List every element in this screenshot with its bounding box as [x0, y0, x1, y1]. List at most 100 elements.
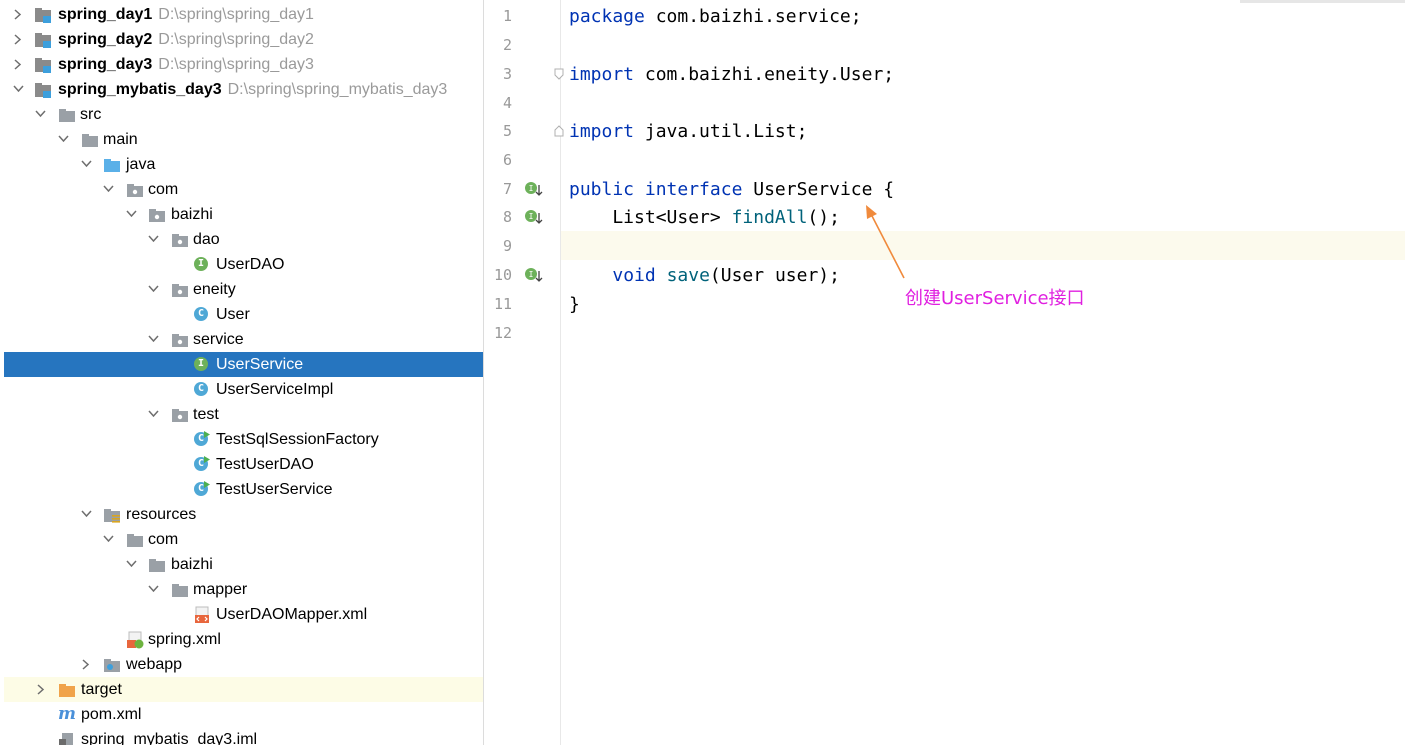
- module-folder-icon: [34, 31, 52, 49]
- line-number: 1: [502, 7, 512, 25]
- maven-icon: m: [58, 704, 76, 724]
- package-icon: [148, 206, 166, 224]
- tree-item-label: com: [148, 531, 179, 548]
- chevron-down-icon[interactable]: [102, 177, 116, 202]
- tree-item-testsqlsessionfactory[interactable]: C TestSqlSessionFactory: [4, 427, 483, 452]
- code-line-1[interactable]: package com.baizhi.service;: [569, 2, 862, 31]
- module-folder-icon: [34, 81, 52, 99]
- chevron-down-icon[interactable]: [125, 552, 139, 577]
- chevron-right-icon[interactable]: [12, 52, 26, 77]
- code-keyword: package: [569, 6, 645, 27]
- tree-item-testuserdao[interactable]: C TestUserDAO: [4, 452, 483, 477]
- tree-item-test[interactable]: test: [4, 402, 483, 427]
- chevron-down-icon[interactable]: [12, 77, 26, 102]
- tree-item-label: java: [126, 156, 156, 173]
- chevron-down-icon[interactable]: [147, 277, 161, 302]
- implemented-marker-icon[interactable]: I: [524, 209, 544, 227]
- tree-item-dao[interactable]: dao: [4, 227, 483, 252]
- chevron-right-icon[interactable]: [80, 652, 94, 677]
- code-line-11[interactable]: }: [569, 290, 580, 319]
- tree-item-resources-baizhi[interactable]: baizhi: [4, 552, 483, 577]
- folder-icon: [171, 581, 189, 599]
- implemented-marker-icon[interactable]: I: [524, 181, 544, 199]
- tree-item-userservice[interactable]: I UserService: [4, 352, 483, 377]
- tree-item-eneity[interactable]: eneity: [4, 277, 483, 302]
- chevron-right-icon[interactable]: [12, 2, 26, 27]
- tree-item-userserviceimpl[interactable]: C UserServiceImpl: [4, 377, 483, 402]
- tree-item-webapp[interactable]: webapp: [4, 652, 483, 677]
- folder-icon: [81, 131, 99, 149]
- tree-item-spring-day1[interactable]: spring_day1 D:\spring\spring_day1: [4, 2, 483, 27]
- tree-item-baizhi[interactable]: baizhi: [4, 202, 483, 227]
- code-text: }: [569, 294, 580, 315]
- class-icon: C: [193, 381, 211, 399]
- tree-item-resources[interactable]: resources: [4, 502, 483, 527]
- chevron-down-icon[interactable]: [147, 327, 161, 352]
- chevron-down-icon[interactable]: [34, 102, 48, 127]
- resources-folder-icon: [103, 506, 121, 524]
- tree-item-resources-com[interactable]: com: [4, 527, 483, 552]
- chevron-down-icon[interactable]: [80, 502, 94, 527]
- xml-file-icon: [193, 606, 211, 624]
- tree-item-spring-xml[interactable]: spring.xml: [4, 627, 483, 652]
- fold-icon[interactable]: [554, 124, 564, 137]
- chevron-down-icon[interactable]: [125, 202, 139, 227]
- chevron-right-icon[interactable]: [35, 677, 49, 702]
- code-editor[interactable]: 1 2 3 4 5 6 7 8 9 10 11 12 I I I package…: [484, 0, 1405, 745]
- chevron-down-icon[interactable]: [57, 127, 71, 152]
- tree-item-user[interactable]: C User: [4, 302, 483, 327]
- code-line-5[interactable]: import java.util.List;: [569, 117, 807, 146]
- tree-item-service[interactable]: service: [4, 327, 483, 352]
- tree-item-src[interactable]: src: [4, 102, 483, 127]
- tree-item-label: spring_day3: [58, 56, 153, 73]
- tree-item-label: baizhi: [171, 556, 213, 573]
- chevron-down-icon[interactable]: [102, 527, 116, 552]
- chevron-down-icon[interactable]: [147, 577, 161, 602]
- tree-item-label: spring_mybatis_day3: [58, 81, 222, 98]
- web-folder-icon: [103, 656, 121, 674]
- chevron-down-icon[interactable]: [147, 227, 161, 252]
- source-folder-icon: [103, 156, 121, 174]
- tree-item-spring-mybatis-day3[interactable]: spring_mybatis_day3 D:\spring\spring_myba…: [4, 77, 483, 102]
- svg-text:I: I: [529, 184, 534, 193]
- code-line-3[interactable]: import com.baizhi.eneity.User;: [569, 60, 894, 89]
- code-line-7[interactable]: public interface UserService {: [569, 175, 894, 204]
- tree-item-label: TestUserDAO: [216, 456, 314, 473]
- project-tree[interactable]: spring_day1 D:\spring\spring_day1 spring_…: [0, 0, 484, 745]
- tree-item-userdaomapper-xml[interactable]: UserDAOMapper.xml: [4, 602, 483, 627]
- chevron-down-icon[interactable]: [80, 152, 94, 177]
- tree-item-main[interactable]: main: [4, 127, 483, 152]
- fold-icon[interactable]: [554, 67, 564, 80]
- line-number: 7: [502, 180, 512, 198]
- test-class-icon: C: [193, 456, 211, 474]
- code-line-10[interactable]: void save(User user);: [569, 261, 840, 290]
- implemented-marker-icon[interactable]: I: [524, 267, 544, 285]
- tree-item-mapper[interactable]: mapper: [4, 577, 483, 602]
- tree-item-spring-day3[interactable]: spring_day3 D:\spring\spring_day3: [4, 52, 483, 77]
- tree-item-pom-xml[interactable]: m pom.xml: [4, 702, 483, 727]
- tree-item-target[interactable]: target: [4, 677, 483, 702]
- code-text: com.baizhi.eneity.User;: [634, 64, 895, 85]
- tree-item-testuserservice[interactable]: C TestUserService: [4, 477, 483, 502]
- tree-item-label: dao: [193, 231, 220, 248]
- annotation-text: 创建UserService接口: [905, 288, 1085, 309]
- tree-item-com[interactable]: com: [4, 177, 483, 202]
- module-path: D:\spring\spring_day3: [158, 56, 314, 73]
- tree-item-label: baizhi: [171, 206, 213, 223]
- chevron-right-icon[interactable]: [12, 27, 26, 52]
- code-line-8[interactable]: List<User> findAll();: [569, 203, 840, 232]
- code-keyword: import: [569, 121, 635, 142]
- code-keyword: import: [569, 64, 635, 85]
- tree-item-java[interactable]: java: [4, 152, 483, 177]
- package-icon: [171, 331, 189, 349]
- code-text: com.baizhi.service;: [644, 6, 862, 27]
- module-path: D:\spring\spring_day1: [158, 6, 314, 23]
- code-text: (User user);: [709, 265, 840, 286]
- tree-item-userdao[interactable]: I UserDAO: [4, 252, 483, 277]
- tree-item-iml[interactable]: spring_mybatis_day3.iml: [4, 727, 483, 745]
- chevron-down-icon[interactable]: [147, 402, 161, 427]
- tree-item-label: TestSqlSessionFactory: [216, 431, 379, 448]
- tree-item-spring-day2[interactable]: spring_day2 D:\spring\spring_day2: [4, 27, 483, 52]
- tree-item-label: service: [193, 331, 244, 348]
